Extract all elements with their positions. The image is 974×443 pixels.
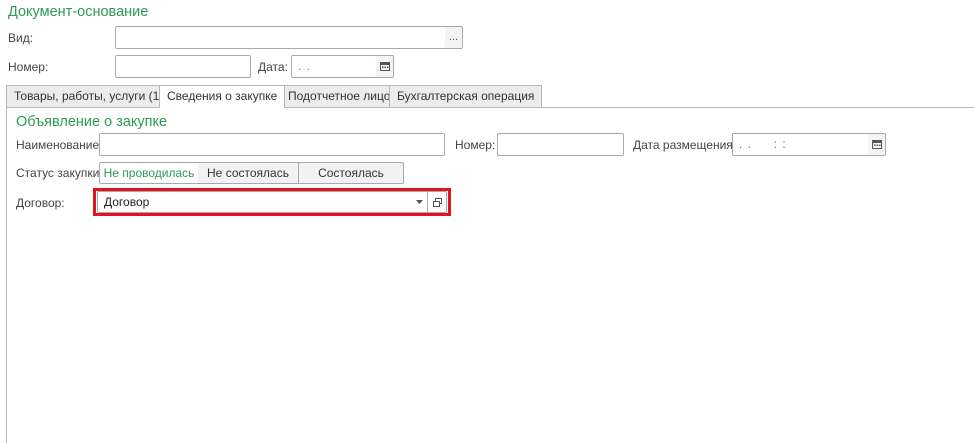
- contract-label: Договор:: [16, 196, 65, 210]
- date-input[interactable]: . .: [291, 55, 377, 78]
- placement-date-input[interactable]: . . : :: [732, 133, 869, 156]
- calendar-icon: [379, 62, 390, 71]
- status-held-button[interactable]: Состоялась: [298, 162, 404, 184]
- tab-goods-services[interactable]: Товары, работы, услуги (1): [6, 85, 172, 107]
- tab-accountable-person[interactable]: Подотчетное лицо: [280, 85, 399, 107]
- announcement-number-input[interactable]: [497, 133, 624, 156]
- placement-date-calendar-button[interactable]: [868, 133, 886, 156]
- open-window-icon: [432, 198, 442, 207]
- tab-panel-left-border: [6, 107, 7, 443]
- chevron-down-icon: [415, 200, 423, 204]
- tab-panel-border: [6, 107, 974, 108]
- tab-purchase-info[interactable]: Сведения о закупке: [159, 85, 286, 108]
- doc-basis-title: Документ-основание: [8, 4, 149, 20]
- status-failed-button[interactable]: Не состоялась: [198, 162, 299, 184]
- number-input[interactable]: [115, 55, 251, 78]
- date-calendar-button[interactable]: [376, 55, 394, 78]
- contract-open-button[interactable]: [428, 191, 447, 213]
- kind-input[interactable]: [115, 26, 446, 49]
- tab-accounting-operation[interactable]: Бухгалтерская операция: [389, 85, 543, 107]
- kind-label: Вид:: [8, 31, 34, 45]
- placement-date-mask: . . : :: [739, 137, 787, 151]
- status-not-held-button[interactable]: Не проводилась: [99, 162, 199, 184]
- date-label: Дата:: [258, 60, 288, 74]
- contract-input[interactable]: Договор: [97, 191, 412, 213]
- calendar-icon: [871, 140, 882, 149]
- contract-dropdown-button[interactable]: [411, 191, 428, 213]
- placement-date-label: Дата размещения:: [633, 138, 737, 152]
- name-input[interactable]: [99, 133, 445, 156]
- name-label: Наименование:: [16, 138, 103, 152]
- kind-select-button[interactable]: ...: [445, 26, 463, 49]
- announcement-number-label: Номер:: [455, 138, 496, 152]
- number-label: Номер:: [8, 60, 49, 74]
- announcement-title: Объявление о закупке: [16, 114, 168, 130]
- status-label: Статус закупки:: [16, 166, 103, 180]
- date-mask: . .: [298, 59, 312, 73]
